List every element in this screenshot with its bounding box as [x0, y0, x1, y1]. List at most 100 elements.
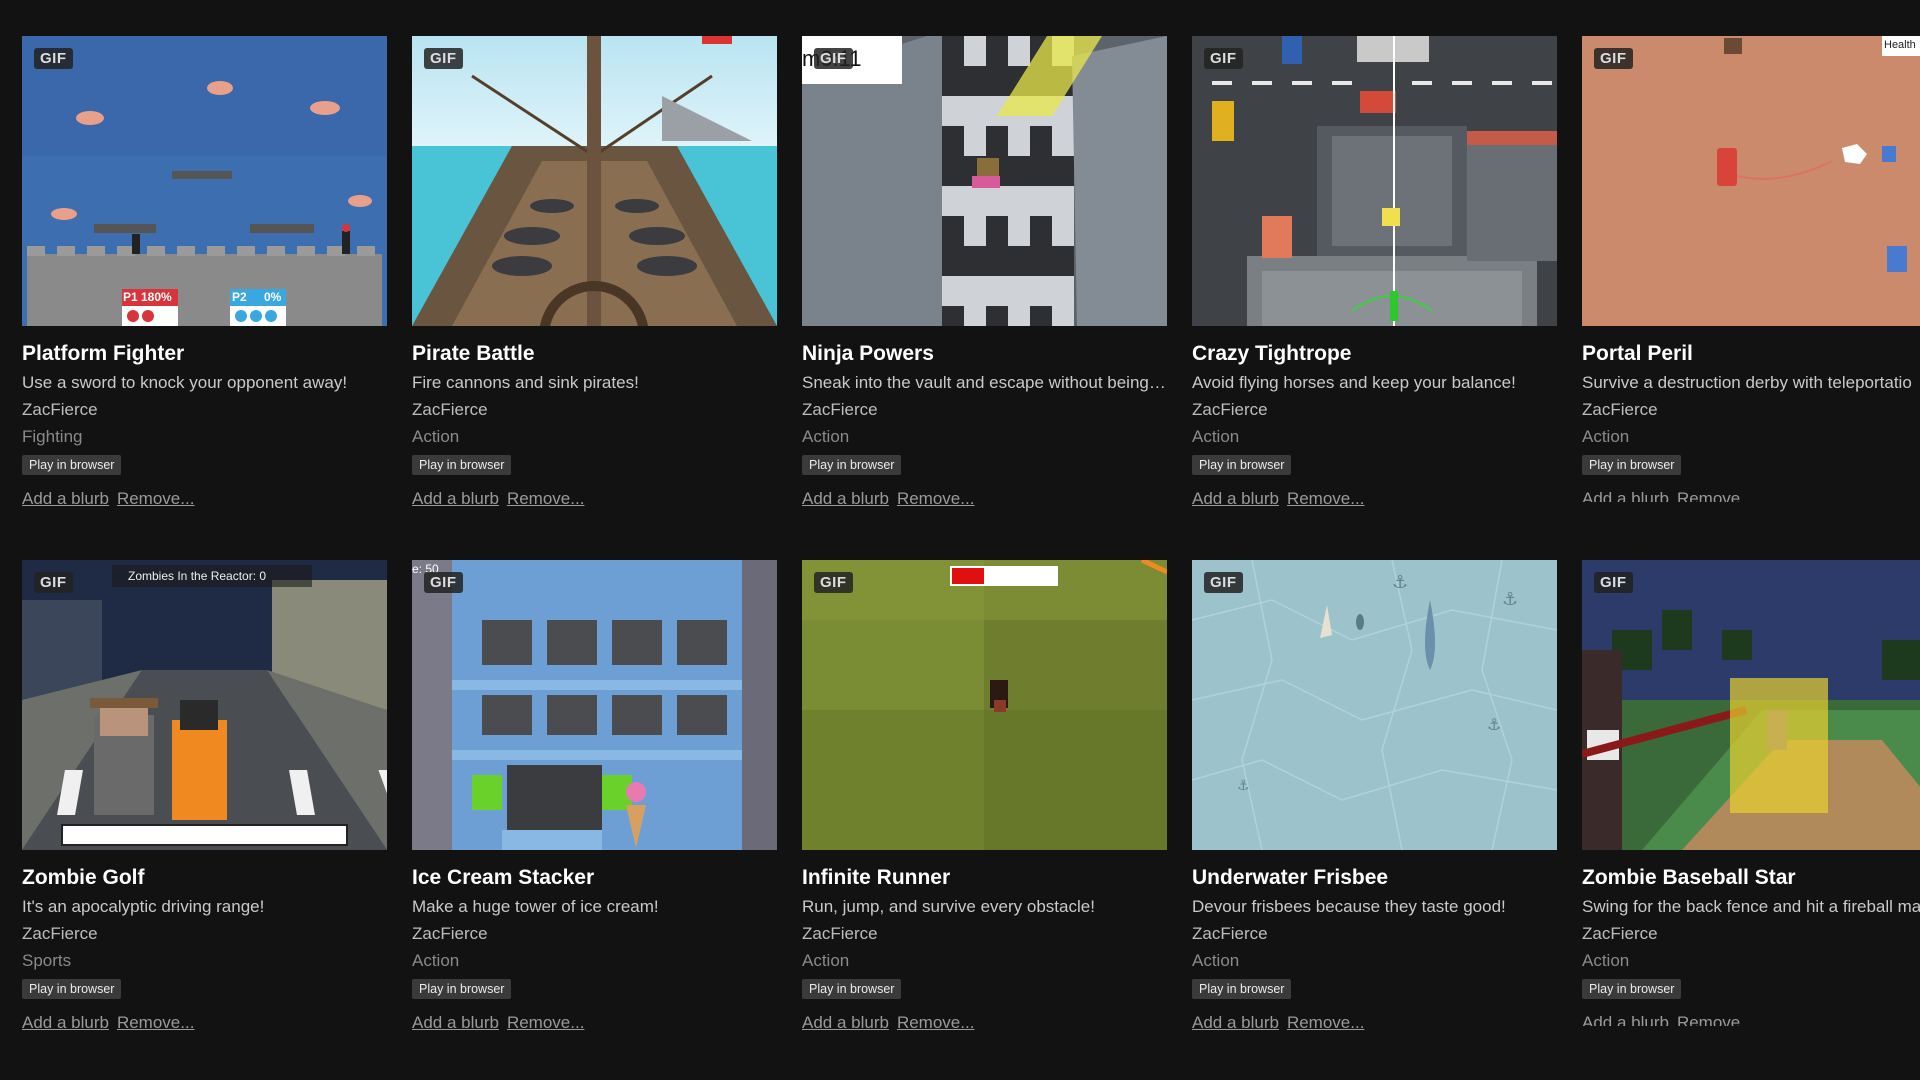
game-author[interactable]: ZacFierce: [22, 400, 98, 420]
game-author[interactable]: ZacFierce: [1582, 924, 1658, 944]
game-description: Run, jump, and survive every obstacle!: [802, 897, 1095, 916]
game-title[interactable]: Zombie Golf: [22, 866, 387, 890]
game-genre: Action: [1192, 427, 1240, 446]
game-author[interactable]: ZacFierce: [1192, 400, 1268, 420]
pirate-battle-screenshot: [412, 36, 777, 326]
game-description: Swing for the back fence and hit a fireb…: [1582, 897, 1920, 916]
game-thumbnail[interactable]: ⚓ ⚓ ⚓ ⚓ GIF: [1192, 560, 1557, 850]
ice-cream-stacker-screenshot: [412, 560, 777, 850]
platform-tag: Play in browser: [22, 979, 122, 999]
game-title[interactable]: Ice Cream Stacker: [412, 866, 777, 890]
add-blurb-link[interactable]: Add a blurb: [802, 1013, 889, 1032]
card-actions: Add a blurb Remove...: [1582, 489, 1920, 502]
game-card: e: 50 GIF Ice Cream Stacker Make a huge …: [412, 560, 777, 1032]
game-thumbnail[interactable]: e: 50 GIF: [412, 560, 777, 850]
remove-link[interactable]: Remove...: [1287, 1013, 1364, 1032]
game-genre: Sports: [22, 951, 72, 970]
game-thumbnail[interactable]: GIF: [802, 560, 1167, 850]
game-description: Survive a destruction derby with telepor…: [1582, 373, 1912, 392]
game-thumbnail[interactable]: GIF: [412, 36, 777, 326]
game-author[interactable]: ZacFierce: [802, 400, 878, 420]
zombies-counter-label: Zombies In the Reactor: 0: [128, 569, 267, 583]
health-label: Health: [1884, 39, 1916, 51]
add-blurb-link[interactable]: Add a blurb: [412, 489, 499, 508]
game-genre: Action: [412, 951, 460, 970]
add-blurb-link[interactable]: Add a blurb: [1582, 489, 1669, 502]
game-author[interactable]: ZacFierce: [1192, 924, 1268, 944]
p2-damage-label: 0%: [264, 290, 282, 304]
svg-text:⚓: ⚓: [1502, 589, 1518, 610]
remove-link[interactable]: Remove...: [1677, 489, 1754, 502]
game-title[interactable]: Portal Peril: [1582, 342, 1920, 366]
game-thumbnail[interactable]: m0:11 GIF: [802, 36, 1167, 326]
platform-tag: Play in browser: [802, 455, 902, 475]
game-author[interactable]: ZacFierce: [802, 924, 878, 944]
game-description: Make a huge tower of ice cream!: [412, 897, 659, 916]
ninja-powers-screenshot: [802, 36, 1167, 326]
gif-badge: GIF: [1594, 572, 1633, 593]
game-thumbnail[interactable]: Health GIF: [1582, 36, 1920, 326]
platform-tag: Play in browser: [412, 979, 512, 999]
add-blurb-link[interactable]: Add a blurb: [1582, 1013, 1669, 1026]
card-actions: Add a blurb Remove...: [412, 1013, 777, 1033]
game-author[interactable]: ZacFierce: [22, 924, 98, 944]
remove-link[interactable]: Remove...: [897, 489, 974, 508]
add-blurb-link[interactable]: Add a blurb: [802, 489, 889, 508]
game-thumbnail[interactable]: GIF: [1192, 36, 1557, 326]
game-description: Avoid flying horses and keep your balanc…: [1192, 373, 1516, 392]
game-title[interactable]: Infinite Runner: [802, 866, 1167, 890]
add-blurb-link[interactable]: Add a blurb: [412, 1013, 499, 1032]
gif-badge: GIF: [1594, 48, 1633, 69]
remove-link[interactable]: Remove...: [117, 489, 194, 508]
game-thumbnail[interactable]: GIF: [1582, 560, 1920, 850]
gif-badge: GIF: [424, 48, 463, 69]
card-actions: Add a blurb Remove...: [1192, 489, 1557, 509]
remove-link[interactable]: Remove...: [1287, 489, 1364, 508]
add-blurb-link[interactable]: Add a blurb: [22, 489, 109, 508]
card-actions: Add a blurb Remove...: [22, 1013, 387, 1033]
game-card: GIF Pirate Battle Fire cannons and sink …: [412, 36, 777, 508]
game-description: Fire cannons and sink pirates!: [412, 373, 639, 392]
game-author[interactable]: ZacFierce: [1582, 400, 1658, 420]
remove-link[interactable]: Remove...: [897, 1013, 974, 1032]
remove-link[interactable]: Remove...: [1677, 1013, 1754, 1026]
game-genre: Action: [1582, 427, 1630, 446]
remove-link[interactable]: Remove...: [507, 489, 584, 508]
game-card: Health GIF Portal Peril Survive a destru…: [1582, 36, 1920, 502]
infinite-runner-screenshot: [802, 560, 1167, 850]
game-title[interactable]: Crazy Tightrope: [1192, 342, 1557, 366]
gif-badge: GIF: [814, 48, 853, 69]
portal-peril-screenshot: [1582, 36, 1920, 326]
game-genre: Action: [802, 951, 850, 970]
platform-tag: Play in browser: [1192, 455, 1292, 475]
game-title[interactable]: Pirate Battle: [412, 342, 777, 366]
gif-badge: GIF: [34, 572, 73, 593]
game-thumbnail[interactable]: Zombies In the Reactor: 0 GIF: [22, 560, 387, 850]
zombie-golf-screenshot: [22, 560, 387, 850]
card-actions: Add a blurb Remove...: [802, 1013, 1167, 1033]
gif-badge: GIF: [34, 48, 73, 69]
game-author[interactable]: ZacFierce: [412, 924, 488, 944]
platform-tag: Play in browser: [412, 455, 512, 475]
add-blurb-link[interactable]: Add a blurb: [1192, 1013, 1279, 1032]
zombie-baseball-star-screenshot: [1582, 560, 1920, 850]
add-blurb-link[interactable]: Add a blurb: [1192, 489, 1279, 508]
game-title[interactable]: Zombie Baseball Star: [1582, 866, 1920, 890]
gif-badge: GIF: [814, 572, 853, 593]
platform-fighter-screenshot: [22, 36, 387, 326]
game-title[interactable]: Platform Fighter: [22, 342, 387, 366]
platform-tag: Play in browser: [1582, 455, 1682, 475]
remove-link[interactable]: Remove...: [507, 1013, 584, 1032]
game-description: It's an apocalyptic driving range!: [22, 897, 265, 916]
game-description: Devour frisbees because they taste good!: [1192, 897, 1506, 916]
game-thumbnail[interactable]: P1 180% P2 0% GIF: [22, 36, 387, 326]
add-blurb-link[interactable]: Add a blurb: [22, 1013, 109, 1032]
svg-text:⚓: ⚓: [1487, 715, 1501, 734]
p1-damage-label: P1 180%: [123, 290, 172, 304]
game-author[interactable]: ZacFierce: [412, 400, 488, 420]
game-title[interactable]: Underwater Frisbee: [1192, 866, 1557, 890]
game-genre: Action: [1582, 951, 1630, 970]
underwater-frisbee-screenshot: ⚓ ⚓ ⚓ ⚓: [1192, 560, 1557, 850]
game-title[interactable]: Ninja Powers: [802, 342, 1167, 366]
remove-link[interactable]: Remove...: [117, 1013, 194, 1032]
